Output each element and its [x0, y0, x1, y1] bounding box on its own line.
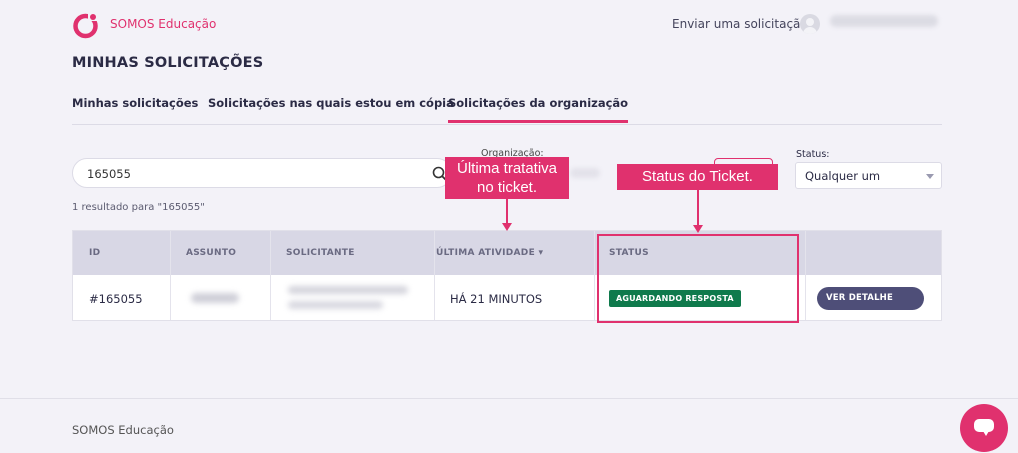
requester-blurred: [288, 286, 408, 294]
callout-status: Status do Ticket.: [617, 164, 778, 190]
user-name-blurred[interactable]: [830, 15, 938, 27]
chat-button[interactable]: [960, 404, 1008, 452]
footer-brand: SOMOS Educação: [72, 423, 174, 437]
user-avatar-icon[interactable]: [800, 14, 820, 34]
tab-cc-requests[interactable]: Solicitações nas quais estou em cópia: [208, 96, 454, 110]
view-detail-button[interactable]: VER DETALHE: [817, 287, 924, 310]
ticket-id[interactable]: #165055: [89, 292, 143, 306]
requests-table: ID ASSUNTO SOLICITANTE ÚLTIMA ATIVIDADE …: [72, 230, 942, 321]
callout-last-activity-line-2: no ticket.: [476, 179, 538, 196]
callout-last-activity-line-1: Última tratativa: [456, 160, 558, 177]
search-input[interactable]: 165055: [72, 158, 452, 188]
footer-divider: [0, 398, 1018, 399]
column-separator: [170, 231, 171, 320]
chevron-down-icon[interactable]: [926, 174, 934, 179]
column-header-last-activity[interactable]: ÚLTIMA ATIVIDADE ▾: [436, 248, 543, 258]
arrow-down-icon: [693, 225, 703, 233]
subject-blurred: [191, 293, 239, 303]
column-separator: [270, 231, 271, 320]
last-activity-value: HÁ 21 MINUTOS: [450, 292, 543, 306]
requester-blurred-line: [288, 301, 383, 309]
top-header: SOMOS Educação Enviar uma solicitação: [0, 0, 1018, 48]
column-separator: [434, 231, 435, 320]
status-highlight-box: [597, 234, 799, 323]
column-header-subject: ASSUNTO: [186, 248, 237, 258]
tab-my-requests[interactable]: Minhas solicitações: [72, 96, 198, 110]
status-filter-select[interactable]: Qualquer um: [795, 162, 942, 189]
status-filter-value[interactable]: Qualquer um: [805, 169, 880, 183]
brand-name[interactable]: SOMOS Educação: [110, 17, 216, 31]
status-filter-label: Status:: [796, 149, 830, 160]
column-separator: [594, 231, 595, 320]
column-header-id: ID: [89, 248, 101, 258]
search-value[interactable]: 165055: [87, 167, 131, 181]
somos-logo-icon[interactable]: [72, 12, 99, 39]
result-count: 1 resultado para "165055": [72, 202, 205, 213]
tab-organization-requests[interactable]: Solicitações da organização: [448, 96, 629, 123]
callout-arrow: [506, 199, 508, 224]
callout-arrow: [697, 190, 699, 226]
callout-last-activity: Última tratativa no ticket.: [445, 157, 569, 199]
column-separator: [805, 231, 806, 320]
table-header: ID ASSUNTO SOLICITANTE ÚLTIMA ATIVIDADE …: [73, 231, 941, 275]
tabs-divider: [72, 124, 942, 125]
column-header-requester: SOLICITANTE: [286, 248, 355, 258]
send-request-link[interactable]: Enviar uma solicitação: [672, 17, 808, 31]
page-title: MINHAS SOLICITAÇÕES: [72, 55, 264, 71]
organization-value-blurred: [570, 168, 600, 178]
arrow-down-icon: [502, 223, 512, 231]
